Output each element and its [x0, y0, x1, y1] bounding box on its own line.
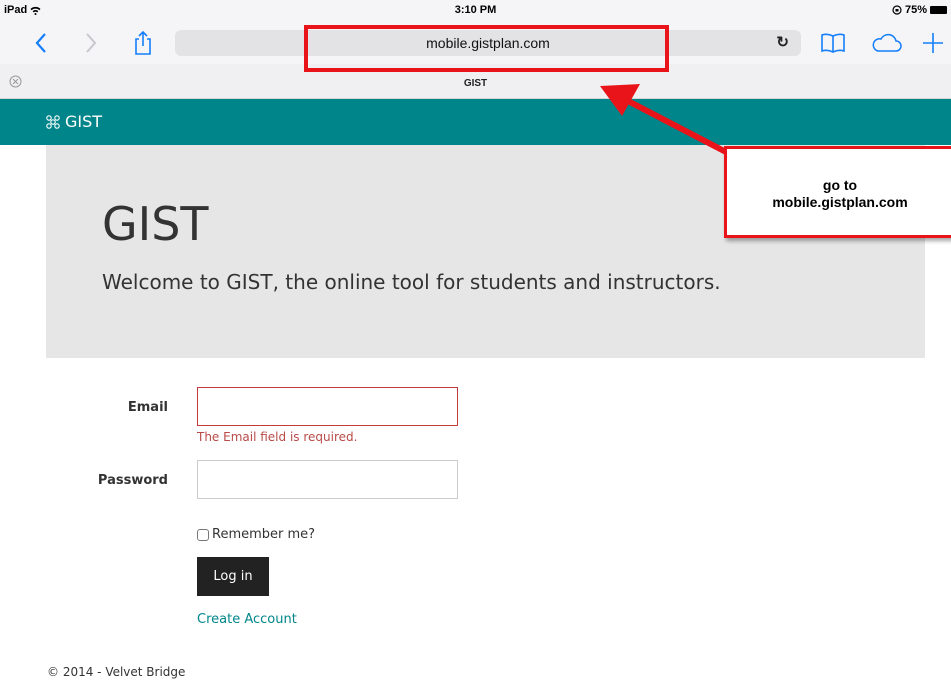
status-bar: iPad 3:10 PM 75% [0, 0, 951, 22]
create-account-link[interactable]: Create Account [197, 612, 297, 627]
brand-link[interactable]: GIST [44, 112, 102, 131]
login-button[interactable]: Log in [197, 557, 269, 596]
share-icon[interactable] [128, 28, 158, 58]
callout-line-1: go to [822, 177, 858, 193]
email-field[interactable] [197, 387, 458, 426]
status-time: 3:10 PM [454, 4, 497, 16]
annotation-callout: go to mobile.gistplan.com [724, 146, 951, 238]
hero-subtitle: Welcome to GIST, the online tool for stu… [102, 270, 721, 294]
footer-copyright: © 2014 - Velvet Bridge [47, 665, 186, 679]
remember-label: Remember me? [212, 527, 316, 542]
callout-line-2: mobile.gistplan.com [772, 194, 908, 210]
password-field[interactable] [197, 460, 458, 499]
icloud-tabs-icon[interactable] [868, 28, 904, 58]
hero-title: GIST [102, 197, 209, 251]
battery-icon [930, 6, 947, 14]
remember-me[interactable]: Remember me? [197, 527, 315, 542]
battery-percent: 75% [904, 4, 927, 16]
email-error: The Email field is required. [197, 430, 358, 444]
email-label: Email [127, 400, 168, 415]
back-chevron-icon[interactable] [26, 28, 56, 58]
rotation-lock-icon [892, 5, 902, 15]
forward-chevron-icon[interactable] [76, 28, 106, 58]
new-tab-icon[interactable] [918, 28, 948, 58]
tab-title[interactable]: GIST [0, 78, 951, 89]
remember-checkbox[interactable] [197, 528, 209, 541]
gist-logo-icon [46, 114, 60, 129]
bookmarks-icon[interactable] [818, 28, 848, 58]
status-right: 75% [892, 4, 947, 16]
url-highlight-box [304, 25, 669, 72]
site-navbar: GIST [0, 99, 951, 145]
brand-text: GIST [65, 112, 103, 131]
password-label: Password [97, 473, 168, 488]
reload-icon[interactable]: ↻ [776, 33, 789, 51]
